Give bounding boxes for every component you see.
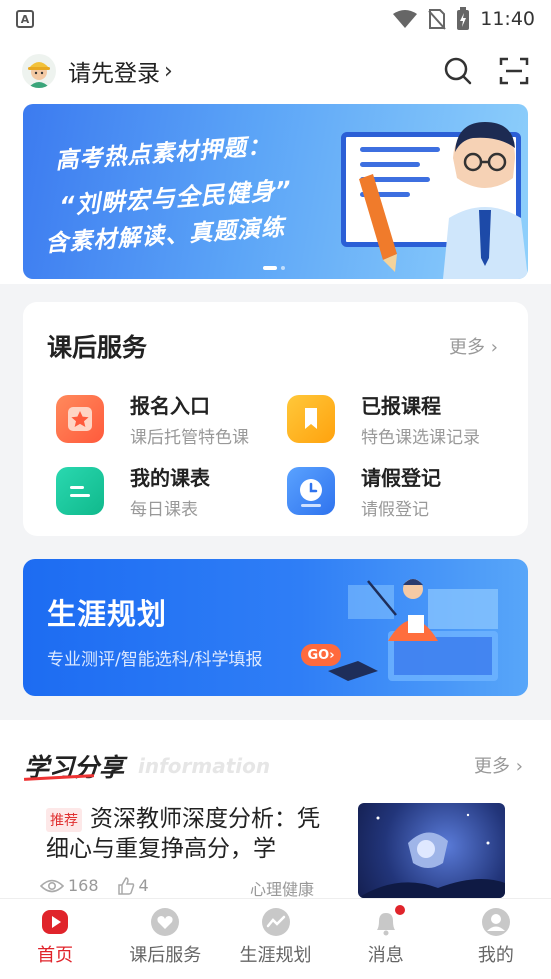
- service-name: 我的课表: [130, 466, 210, 490]
- star-badge-icon: [56, 395, 104, 443]
- battery-charging-icon: [457, 7, 470, 30]
- career-title: 生涯规划: [47, 597, 168, 631]
- trend-icon: [261, 907, 291, 937]
- article-category: 心理健康: [250, 880, 315, 899]
- service-sub: 请假登记: [361, 500, 429, 520]
- banner-line-1: 高考热点素材押题：: [54, 133, 272, 175]
- nav-label: 我的: [477, 945, 514, 966]
- nav-label: 课后服务: [129, 945, 202, 966]
- nav-profile[interactable]: 我的: [441, 899, 551, 979]
- service-sub: 课后托管特色课: [130, 428, 249, 448]
- recommend-tag: 推荐: [46, 808, 82, 832]
- learning-share-section: 学习分享 information 更多 › 资深教师深度分析：凭细心与重复挣高分…: [0, 720, 551, 899]
- like-count: 4: [138, 876, 149, 895]
- banner-pagination: [263, 266, 285, 270]
- chevron-right-icon: ›: [510, 756, 523, 777]
- services-more-label: 更多: [449, 337, 485, 358]
- share-more-link[interactable]: 更多 ›: [474, 752, 523, 778]
- nav-label: 首页: [37, 945, 74, 966]
- chevron-right-icon: ›: [485, 337, 498, 358]
- bottom-navigation: 首页 课后服务 生涯规划 消息 我的: [0, 898, 551, 979]
- service-sub: 每日课表: [130, 500, 198, 520]
- after-school-services-card: 课后服务 更多 › 报名入口 课后托管特色课 已报课程 特色课选课记录 我的课表…: [23, 302, 528, 536]
- career-subtitle: 专业测评/智能选科/科学填报: [47, 650, 263, 670]
- clock-icon: [287, 467, 335, 515]
- banner-section: 高考热点素材押题： “刘畊宏与全民健身” 含素材解读、真题演练: [0, 104, 551, 284]
- profile-icon: [481, 907, 511, 937]
- service-name: 报名入口: [130, 394, 210, 418]
- article-thumbnail-art: [358, 813, 505, 898]
- login-link[interactable]: 请先登录 ›: [68, 54, 173, 88]
- eye-icon: [40, 879, 64, 892]
- article-title[interactable]: 资深教师深度分析：凭细心与重复挣高分，学: [46, 804, 336, 864]
- nav-home[interactable]: 首页: [0, 899, 110, 979]
- avatar[interactable]: [22, 54, 56, 88]
- home-play-icon: [40, 907, 70, 937]
- view-count: 168: [68, 876, 99, 895]
- no-sim-icon: [428, 9, 446, 30]
- service-enrolled[interactable]: 已报课程 特色课选课记录: [287, 390, 480, 448]
- chevron-right-icon: ›: [164, 58, 173, 84]
- teacher-illustration: [443, 122, 528, 279]
- app-notification-icon: A: [16, 10, 34, 28]
- service-schedule[interactable]: 我的课表 每日课表: [56, 462, 210, 520]
- service-name: 已报课程: [361, 394, 441, 418]
- bookmark-icon: [287, 395, 335, 443]
- career-illustration: [328, 579, 498, 681]
- notification-badge: [394, 905, 405, 915]
- article-meta: 168 4: [40, 876, 149, 895]
- login-text: 请先登录: [68, 61, 160, 87]
- service-signup[interactable]: 报名入口 课后托管特色课: [56, 390, 249, 448]
- nav-label: 生涯规划: [239, 945, 312, 966]
- service-name: 请假登记: [361, 466, 441, 490]
- wifi-icon: [393, 10, 418, 28]
- heart-icon: [150, 907, 180, 937]
- career-planning-card[interactable]: 生涯规划 专业测评/智能选科/科学填报 GO ›: [23, 559, 528, 696]
- promo-banner[interactable]: 高考热点素材押题： “刘畊宏与全民健身” 含素材解读、真题演练: [23, 104, 528, 279]
- top-header: 请先登录 ›: [0, 38, 551, 104]
- banner-dot-active[interactable]: [263, 266, 277, 270]
- status-bar: A 11:40: [0, 0, 551, 38]
- nav-messages[interactable]: 消息: [331, 899, 441, 979]
- pencil-illustration: [359, 174, 397, 272]
- schedule-icon: [56, 467, 104, 515]
- scan-icon[interactable]: [499, 56, 529, 86]
- thumbs-up-icon[interactable]: [117, 876, 135, 895]
- service-leave[interactable]: 请假登记 请假登记: [287, 462, 441, 520]
- search-icon[interactable]: [443, 56, 473, 86]
- bell-icon: [371, 905, 405, 937]
- services-more-link[interactable]: 更多 ›: [449, 333, 498, 359]
- share-more-label: 更多: [474, 756, 510, 777]
- nav-career[interactable]: 生涯规划: [220, 899, 330, 979]
- nav-label: 消息: [367, 945, 404, 966]
- avatar-icon: [28, 62, 50, 88]
- share-title-en: information: [138, 754, 271, 778]
- services-title: 课后服务: [47, 333, 148, 362]
- service-sub: 特色课选课记录: [361, 428, 480, 448]
- nav-after-school[interactable]: 课后服务: [110, 899, 220, 979]
- article-thumbnail[interactable]: [358, 803, 505, 898]
- banner-dot[interactable]: [281, 266, 285, 270]
- clock-time: 11:40: [480, 8, 535, 30]
